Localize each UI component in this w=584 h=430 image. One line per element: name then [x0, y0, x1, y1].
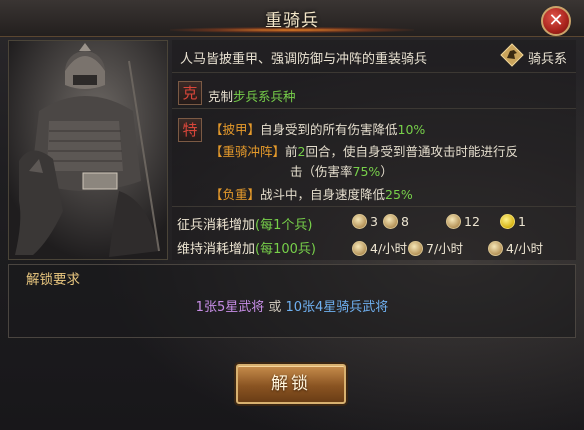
trait-name: 【披甲】 — [210, 122, 261, 137]
close-button[interactable]: ✕ — [541, 6, 571, 36]
divider — [172, 206, 576, 207]
trait-text: 击（伤害率 — [290, 164, 353, 179]
upkeep-cost-wheat: 4/小时 — [352, 238, 407, 257]
cavalry-portrait-icon — [9, 41, 167, 259]
recruit-cost-label: 征兵消耗增加(每1个兵) — [177, 214, 312, 233]
trait-value: 10% — [397, 122, 426, 137]
iron-icon — [446, 214, 461, 229]
cost-value: 7/小时 — [426, 241, 464, 256]
trait-rate: 75% — [352, 164, 381, 179]
wood-icon — [383, 214, 398, 229]
unlock-button[interactable]: 解锁 — [236, 364, 346, 404]
trait-charge-cont: 击（伤害率75%） — [290, 161, 393, 180]
dialog-title: 重骑兵 — [265, 11, 319, 31]
wheat-icon — [352, 241, 367, 256]
cost-value: 4/小时 — [506, 241, 544, 256]
recruit-unit: (每1个兵) — [255, 218, 313, 233]
trait-value: 25% — [385, 187, 413, 202]
trait-text: 战斗中，自身速度降低 — [260, 187, 386, 202]
cost-value: 12 — [464, 214, 480, 229]
cavalry-type-icon — [500, 43, 524, 67]
unlock-title: 解锁要求 — [26, 272, 80, 288]
trait-armor: 【披甲】自身受到的所有伤害降低10% — [210, 119, 425, 138]
unit-type-label: 骑兵系 — [528, 52, 568, 67]
counter-line: 克制步兵系兵种 — [208, 86, 296, 105]
recruit-cost-iron: 12 — [446, 214, 480, 229]
trait-text: 自身受到的所有伤害降低 — [260, 122, 398, 137]
wheat-icon — [352, 214, 367, 229]
upkeep-unit: (每100兵) — [255, 242, 316, 257]
unlock-or: 或 — [264, 300, 286, 315]
recruit-cost-wood: 8 — [383, 214, 409, 229]
unit-portrait — [8, 40, 168, 260]
recruit-cost-coin: 1 — [500, 214, 526, 229]
cost-value: 8 — [401, 214, 409, 229]
unit-description: 人马皆披重甲、强调防御与冲阵的重装骑兵 — [180, 52, 428, 67]
divider — [172, 72, 576, 73]
upkeep-label: 维持消耗增加 — [177, 242, 256, 257]
cost-value: 1 — [518, 214, 526, 229]
trait-name: 【负重】 — [210, 187, 261, 202]
counter-badge: 克 — [178, 81, 202, 105]
recruit-cost-wheat: 3 — [352, 214, 378, 229]
wood-icon — [408, 241, 423, 256]
upkeep-cost-label: 维持消耗增加(每100兵) — [177, 238, 316, 257]
cost-value: 4/小时 — [370, 241, 408, 256]
upkeep-cost-iron: 4/小时 — [488, 238, 543, 257]
unlock-requirements: 1张5星武将 或 10张4星骑兵武将 — [0, 296, 584, 315]
upkeep-cost-wood: 7/小时 — [408, 238, 463, 257]
unlock-option-b: 10张4星骑兵武将 — [285, 300, 389, 315]
unlock-option-a: 1张5星武将 — [195, 300, 265, 315]
iron-icon — [488, 241, 503, 256]
trait-charge: 【重骑冲阵】前2回合，使自身受到普通攻击时能进行反 — [210, 141, 518, 160]
cost-value: 3 — [370, 214, 378, 229]
counter-target: 步兵系兵种 — [233, 89, 296, 104]
recruit-label: 征兵消耗增加 — [177, 218, 256, 233]
trait-text: 回合，使自身受到普通攻击时能进行反 — [305, 144, 518, 159]
trait-text: ） — [380, 164, 393, 179]
trait-burden: 【负重】战斗中，自身速度降低25% — [210, 184, 413, 203]
trait-badge: 特 — [178, 118, 202, 142]
coin-icon — [500, 214, 515, 229]
trait-text: 前 — [285, 144, 298, 159]
counter-prefix: 克制 — [208, 89, 234, 104]
divider — [172, 108, 576, 109]
trait-name: 【重骑冲阵】 — [210, 144, 286, 159]
